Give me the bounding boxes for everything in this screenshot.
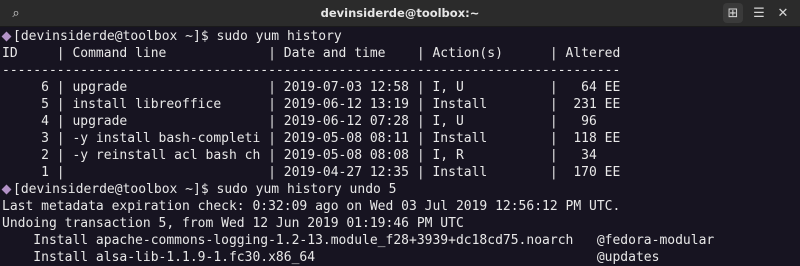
prompt-marker-icon: [1, 184, 12, 194]
output-line: Install apache-commons-logging-1.2-13.mo…: [2, 233, 715, 248]
output-line: Install alsa-lib-1.1.9-1.fc30.x86_64 @up…: [2, 250, 660, 265]
prompt-line: [devinsiderde@toolbox ~]$ sudo yum histo…: [1, 28, 800, 45]
prompt-line: [devinsiderde@toolbox ~]$ sudo yum histo…: [1, 181, 800, 198]
close-icon[interactable]: ✕: [773, 3, 793, 23]
new-tab-icon[interactable]: ⊞: [723, 3, 743, 23]
search-icon[interactable]: ⌕: [6, 3, 26, 23]
output-line: Undoing transaction 5, from Wed 12 Jun 2…: [2, 216, 464, 231]
history-row: 2 | -y reinstall acl bash ch | 2019-05-0…: [2, 148, 597, 163]
history-row: 3 | -y install bash-completi | 2019-05-0…: [2, 131, 621, 146]
history-table-header: ID | Command line | Date and time | Acti…: [2, 46, 621, 61]
shell-prompt: [devinsiderde@toolbox ~]$: [13, 29, 217, 44]
terminal-window: ⌕ devinsiderde@toolbox:~ ⊞ ☰ ✕ [devinsid…: [0, 0, 800, 266]
output-line: Last metadata expiration check: 0:32:09 …: [2, 199, 621, 214]
title-bar: ⌕ devinsiderde@toolbox:~ ⊞ ☰ ✕: [0, 0, 800, 27]
command-text: sudo yum history: [216, 29, 342, 44]
history-row: 5 | install libreoffice | 2019-06-12 13:…: [2, 97, 621, 112]
hamburger-menu-icon[interactable]: ☰: [749, 3, 769, 23]
prompt-marker-icon: [1, 31, 12, 41]
history-row: 6 | upgrade | 2019-07-03 12:58 | I, U | …: [2, 80, 621, 95]
history-table-separator: ----------------------------------------…: [2, 63, 621, 78]
terminal-output[interactable]: [devinsiderde@toolbox ~]$ sudo yum histo…: [0, 27, 800, 266]
shell-prompt: [devinsiderde@toolbox ~]$: [13, 182, 217, 197]
history-row: 1 | | 2019-04-27 12:35 | Install | 170 E…: [2, 165, 621, 180]
command-text: sudo yum history undo 5: [216, 182, 397, 197]
history-row: 4 | upgrade | 2019-06-12 07:28 | I, U | …: [2, 114, 597, 129]
window-title: devinsiderde@toolbox:~: [320, 6, 480, 20]
